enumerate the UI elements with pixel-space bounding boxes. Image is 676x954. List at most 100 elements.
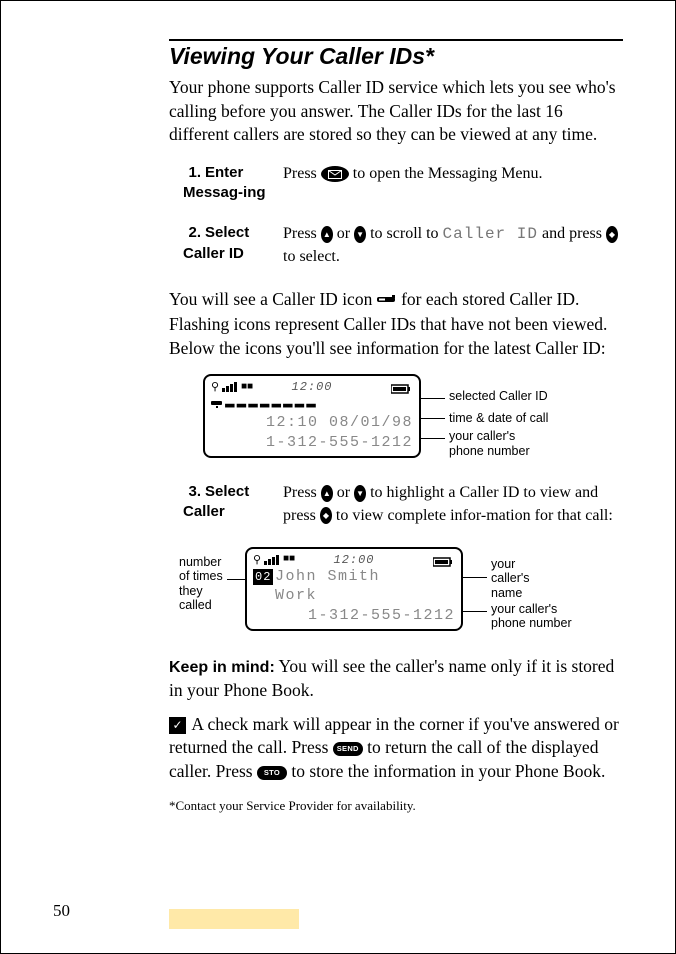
call-count: 02 — [253, 569, 273, 585]
screen1-phone: 1-312-555-1212 — [211, 433, 413, 453]
annot-count-l4: called — [179, 598, 212, 612]
caller-id-mono: Caller ID — [443, 225, 538, 243]
status-bar-2: ⚲ ■■ 12:00 — [253, 553, 455, 567]
annot-count-l1: number — [179, 555, 221, 569]
annot-phone2-l2: phone number — [491, 616, 572, 630]
leader-line — [421, 418, 445, 419]
highlight-bar — [169, 909, 299, 929]
up-arrow-icon: ▲ — [321, 485, 333, 502]
step-1-text-b: to open the Messaging Menu. — [349, 165, 543, 182]
antenna-icon: ⚲ — [253, 553, 261, 567]
annot-phone2-l1: your caller's — [491, 602, 557, 616]
annot-name-l2: caller's — [491, 571, 530, 585]
annot-name: your caller's name — [491, 557, 530, 600]
annot-selected: selected Caller ID — [449, 389, 548, 403]
leader-line — [421, 398, 445, 399]
cid-icon: ▬ — [283, 395, 293, 413]
leader-line — [463, 611, 487, 612]
cid-icon: ▬ — [225, 395, 235, 413]
step-1-number: 1. — [183, 163, 201, 183]
steps-list: 1.Enter Messag-ing Press to open the Mes… — [183, 163, 623, 268]
step-3-text-b: or — [333, 484, 354, 501]
step-1: 1.Enter Messag-ing Press to open the Mes… — [183, 163, 623, 204]
step-3-text-d: to view complete infor-mation for that c… — [332, 507, 613, 524]
cid-icon: ▬ — [260, 395, 270, 413]
cid-icon: ▬ — [271, 395, 281, 413]
annot-count-l3: they — [179, 584, 203, 598]
step-3: 3.Select Caller Press ▲ or ▼ to highligh… — [183, 482, 623, 527]
cid-icon-selected — [211, 395, 223, 413]
annot-count-l2: of times — [179, 569, 223, 583]
step-1-label: 1.Enter Messag-ing — [183, 163, 283, 204]
cid-icon: ▬ — [295, 395, 305, 413]
step-2-body: Press ▲ or ▼ to scroll to Caller ID and … — [283, 223, 623, 268]
phone-screen-1: ⚲ ■■ 12:00 ▬▬▬▬▬▬▬▬ 12:10 08/01/98 1-312… — [203, 374, 421, 458]
step-2-text-d: and press — [538, 225, 606, 242]
step-1-body: Press to open the Messaging Menu. — [283, 163, 623, 204]
checkmark-paragraph: ✓ A check mark will appear in the corner… — [169, 713, 623, 784]
status-squares: ■■ — [241, 382, 253, 393]
screen-1-wrap: ⚲ ■■ 12:00 ▬▬▬▬▬▬▬▬ 12:10 08/01/98 1-312… — [169, 374, 623, 458]
annot-count: number of times they called — [179, 555, 223, 613]
up-arrow-icon: ▲ — [321, 226, 333, 243]
caller-phone: 1-312-555-1212 — [253, 606, 455, 626]
send-button-icon: SEND — [333, 742, 363, 756]
cid-icon: ▬ — [237, 395, 247, 413]
step-1-text-a: Press — [283, 165, 321, 182]
messaging-icon — [321, 166, 349, 182]
footnote: *Contact your Service Provider for avail… — [169, 798, 623, 814]
signal-icon — [222, 382, 237, 392]
step-2-text-c: to scroll to — [366, 225, 442, 242]
status-bar-1: ⚲ ■■ 12:00 — [211, 380, 413, 394]
leader-line — [421, 438, 445, 439]
status-squares: ■■ — [283, 554, 295, 565]
signal-icon — [264, 555, 279, 565]
steps-list-2: 3.Select Caller Press ▲ or ▼ to highligh… — [183, 482, 623, 527]
step-3-body: Press ▲ or ▼ to highlight a Caller ID to… — [283, 482, 623, 527]
step-3-number: 3. — [183, 482, 201, 502]
select-icon: ◆ — [320, 507, 332, 524]
phone-screen-2: ⚲ ■■ 12:00 02 John Smith Work 1-312-555-… — [245, 547, 463, 632]
annot-timedate: time & date of call — [449, 411, 548, 425]
down-arrow-icon: ▼ — [354, 485, 366, 502]
caller-id-phone-icon — [377, 289, 397, 313]
checkmark-icon: ✓ — [169, 717, 186, 734]
screen-2-wrap: number of times they called ⚲ ■■ 12:00 0… — [169, 547, 623, 632]
mid-para-a: You will see a Caller ID icon — [169, 289, 377, 309]
screen1-datetime: 12:10 08/01/98 — [211, 413, 413, 433]
caller-id-icon-row: ▬▬▬▬▬▬▬▬ — [211, 395, 413, 413]
select-icon: ◆ — [606, 226, 618, 243]
section-title: Viewing Your Caller IDs* — [169, 39, 623, 70]
annot-phone-2: your caller's phone number — [491, 602, 572, 631]
step-2: 2.Select Caller ID Press ▲ or ▼ to scrol… — [183, 223, 623, 268]
page-number: 50 — [53, 901, 70, 921]
step-3-text-a: Press — [283, 484, 321, 501]
battery-icon-2 — [433, 554, 453, 572]
cid-icon: ▬ — [248, 395, 258, 413]
step-2-number: 2. — [183, 223, 201, 243]
check-text-c: to store the information in your Phone B… — [287, 761, 605, 781]
annot-name-l1: your — [491, 557, 515, 571]
clock-1: 12:00 — [291, 380, 332, 394]
step-2-text-b: or — [333, 225, 354, 242]
down-arrow-icon: ▼ — [354, 226, 366, 243]
step-3-label: 3.Select Caller — [183, 482, 283, 527]
leader-line — [463, 577, 487, 578]
battery-icon-1 — [391, 381, 411, 399]
intro-paragraph: Your phone supports Caller ID service wh… — [169, 76, 623, 147]
keep-label: Keep in mind: — [169, 659, 275, 676]
annot-name-l3: name — [491, 586, 522, 600]
mid-paragraph: You will see a Caller ID icon for each s… — [169, 288, 623, 360]
step-2-text-a: Press — [283, 225, 321, 242]
annot-phone-l2: phone number — [449, 444, 530, 458]
caller-name-2: Work — [275, 586, 455, 606]
annot-phone: your caller's phone number — [449, 429, 530, 458]
page-content: Viewing Your Caller IDs* Your phone supp… — [1, 1, 675, 834]
caller-name-1: John Smith — [275, 567, 455, 587]
cid-icon: ▬ — [306, 395, 316, 413]
step-2-label: 2.Select Caller ID — [183, 223, 283, 268]
keep-in-mind: Keep in mind: You will see the caller's … — [169, 655, 623, 702]
antenna-icon: ⚲ — [211, 380, 219, 394]
sto-button-icon: STO — [257, 766, 287, 780]
step-2-text-e: to select. — [283, 248, 340, 265]
